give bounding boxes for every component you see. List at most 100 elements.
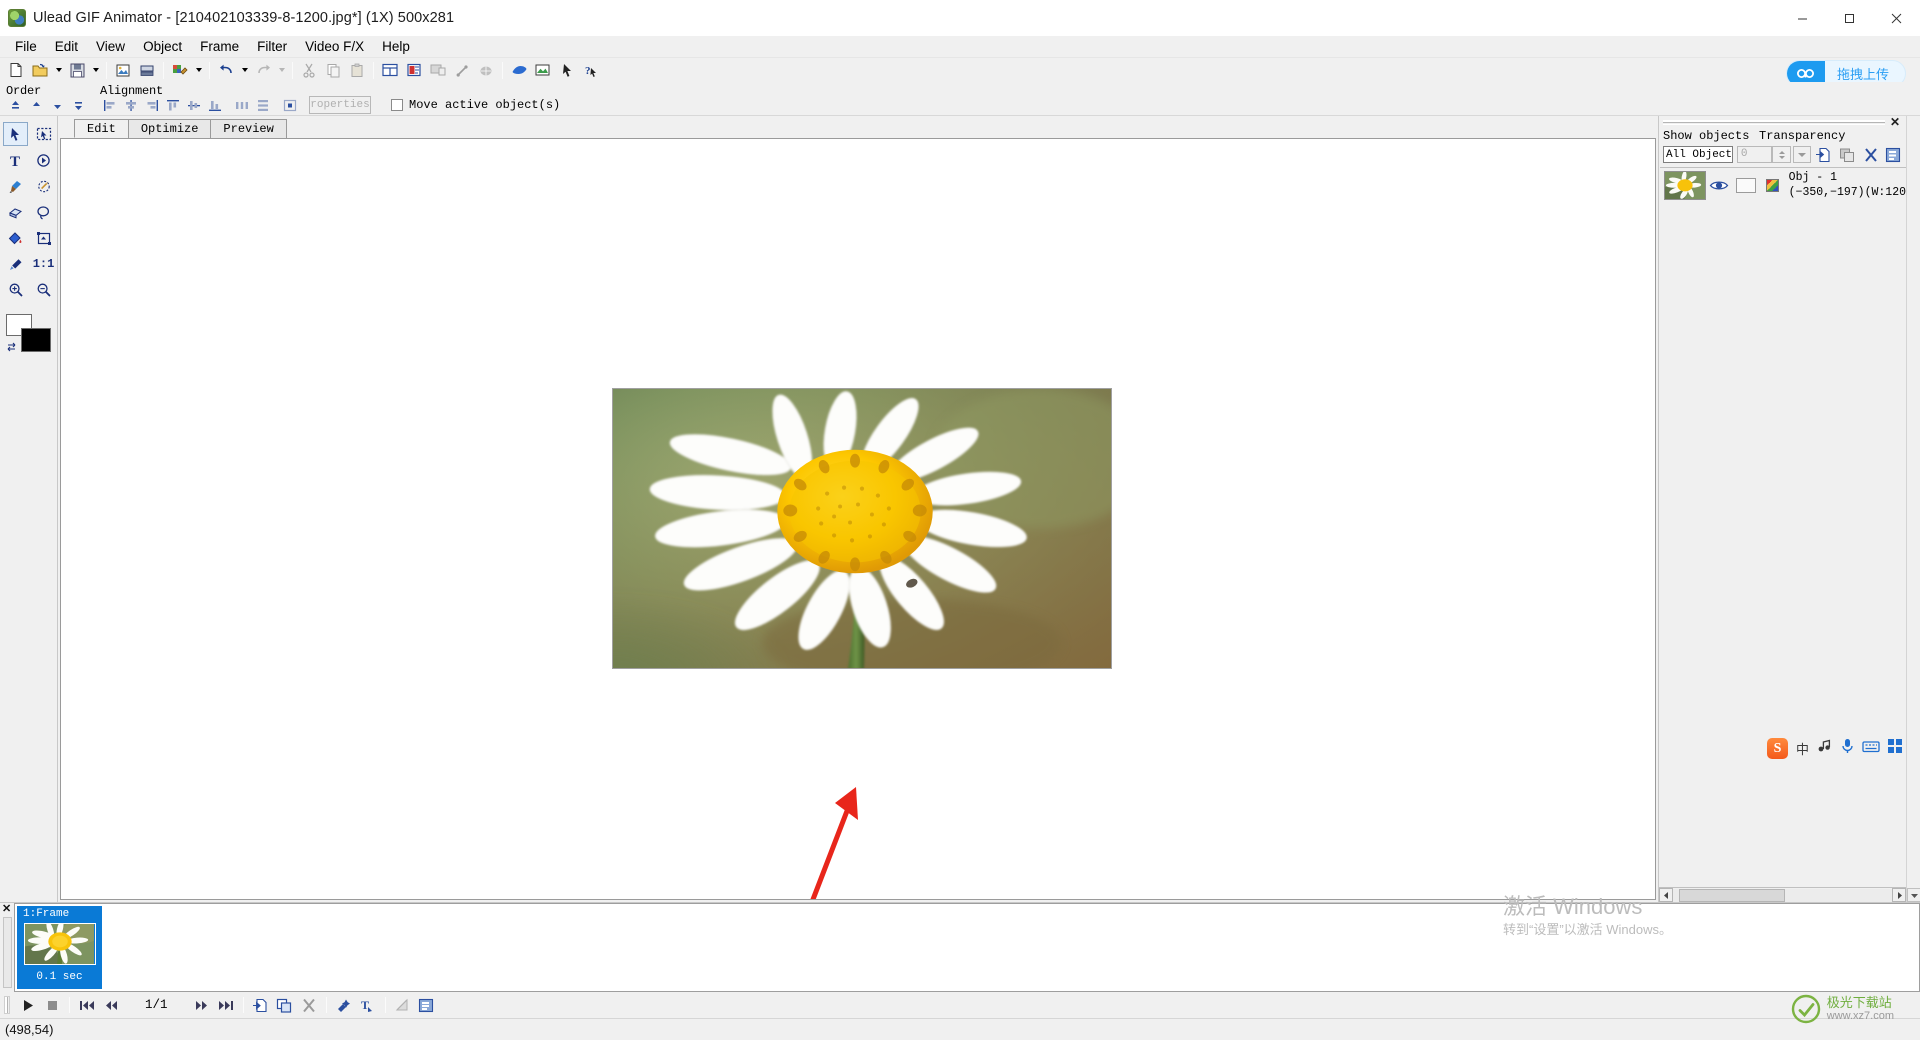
save-icon[interactable]: [66, 60, 88, 81]
align-center-horizontal-icon[interactable]: [121, 96, 140, 114]
align-top-icon[interactable]: [163, 96, 182, 114]
menu-object[interactable]: Object: [134, 37, 191, 57]
open-icon[interactable]: [29, 60, 51, 81]
save-dropdown-arrow[interactable]: [89, 60, 102, 81]
redo-icon[interactable]: [252, 60, 274, 81]
menu-view[interactable]: View: [87, 37, 134, 57]
add-object-icon[interactable]: [1814, 145, 1834, 164]
preview-icon[interactable]: [427, 60, 449, 81]
add-banner-icon[interactable]: [136, 60, 158, 81]
transparency-input[interactable]: 0: [1736, 146, 1772, 163]
align-bottom-icon[interactable]: [205, 96, 224, 114]
transparency-stepper[interactable]: [1771, 146, 1792, 163]
ime-mode-label[interactable]: 中: [1796, 739, 1809, 758]
toolbar-grip[interactable]: [4, 996, 10, 1014]
whathis-icon[interactable]: ?: [580, 60, 602, 81]
copy-icon[interactable]: [322, 60, 344, 81]
panel-grip[interactable]: ✕: [1659, 116, 1906, 128]
globe-icon[interactable]: [475, 60, 497, 81]
scroll-left-button[interactable]: [1659, 888, 1673, 902]
menu-edit[interactable]: Edit: [46, 37, 87, 57]
tab-preview[interactable]: Preview: [210, 119, 287, 138]
eyedropper-tool[interactable]: [3, 252, 28, 276]
swap-colors-icon[interactable]: [6, 340, 18, 358]
frame-properties-button[interactable]: [415, 994, 439, 1016]
list-item[interactable]: Obj - 1 (−350,−197)(W:120: [1660, 168, 1906, 202]
panel-close-icon[interactable]: ✕: [1888, 116, 1902, 128]
align-right-icon[interactable]: [142, 96, 161, 114]
first-frame-button[interactable]: [75, 994, 99, 1016]
add-frame-button[interactable]: [249, 994, 273, 1016]
framepanel-icon[interactable]: [379, 60, 401, 81]
menu-file[interactable]: File: [6, 37, 46, 57]
maximize-button[interactable]: [1826, 0, 1873, 36]
text-effect-button[interactable]: T: [356, 994, 380, 1016]
distribute-vertical-icon[interactable]: [253, 96, 272, 114]
transition-button[interactable]: [391, 994, 415, 1016]
menu-help[interactable]: Help: [373, 37, 419, 57]
object-properties-icon[interactable]: [1884, 145, 1904, 164]
imgfx-icon[interactable]: [532, 60, 554, 81]
previous-frame-button[interactable]: [99, 994, 123, 1016]
text-tool[interactable]: T: [3, 148, 28, 172]
browser-icon[interactable]: [508, 60, 530, 81]
new-icon[interactable]: [5, 60, 27, 81]
minimize-button[interactable]: [1779, 0, 1826, 36]
menu-frame[interactable]: Frame: [191, 37, 248, 57]
redo-dropdown-arrow[interactable]: [275, 60, 288, 81]
undo-dropdown-arrow[interactable]: [238, 60, 251, 81]
object-color-swatch[interactable]: [1765, 178, 1779, 192]
tab-edit[interactable]: Edit: [74, 119, 129, 138]
actual-size-tool[interactable]: 1:1: [31, 252, 56, 276]
delete-frame-button[interactable]: [297, 994, 321, 1016]
next-frame-button[interactable]: [190, 994, 214, 1016]
pick-tool[interactable]: [3, 122, 28, 146]
last-frame-button[interactable]: [214, 994, 238, 1016]
frame-panel-vscroll[interactable]: [3, 917, 12, 988]
hscroll-track[interactable]: [1673, 888, 1892, 902]
play-button[interactable]: [16, 994, 40, 1016]
duplicate-object-icon[interactable]: [1837, 145, 1857, 164]
selection-tool[interactable]: [31, 122, 56, 146]
align-middle-icon[interactable]: [184, 96, 203, 114]
hscroll-thumb[interactable]: [1679, 888, 1785, 902]
open-dropdown-arrow[interactable]: [52, 60, 65, 81]
send-to-back-icon[interactable]: [69, 96, 88, 114]
object-list[interactable]: Obj - 1 (−350,−197)(W:120 S 中: [1660, 167, 1906, 887]
properties-button[interactable]: roperties: [309, 96, 371, 114]
artboard[interactable]: [612, 388, 1112, 669]
canvas-area[interactable]: [60, 138, 1656, 900]
object-lock-checkbox[interactable]: [1735, 177, 1756, 193]
list-item[interactable]: 1:Frame 0.1 sec: [17, 906, 102, 989]
lasso-tool[interactable]: [31, 200, 56, 224]
object-list-hscrollbar[interactable]: [1659, 887, 1906, 902]
move-active-object-checkbox-box[interactable]: [391, 99, 403, 111]
tab-optimize[interactable]: Optimize: [127, 119, 212, 138]
paint-bucket-tool[interactable]: [3, 226, 28, 250]
undo-icon[interactable]: [215, 60, 237, 81]
frame-effect-button[interactable]: [332, 994, 356, 1016]
align-left-icon[interactable]: [100, 96, 119, 114]
bring-to-front-icon[interactable]: [6, 96, 25, 114]
frame-panel-close-icon[interactable]: ✕: [2, 904, 11, 915]
window-vertical-scrollbar[interactable]: [1906, 116, 1920, 902]
sogou-logo-icon[interactable]: S: [1766, 738, 1788, 759]
crop-tool[interactable]: [31, 226, 56, 250]
object-visibility-toggle[interactable]: [1706, 179, 1732, 192]
bring-forward-icon[interactable]: [27, 96, 46, 114]
duplicate-frame-button[interactable]: [273, 994, 297, 1016]
frames-list[interactable]: 1:Frame 0.1 sec: [14, 903, 1920, 992]
object-filter-select[interactable]: All Object:: [1663, 146, 1733, 163]
wand-icon[interactable]: [451, 60, 473, 81]
paintbrush-tool[interactable]: [3, 174, 28, 198]
send-backward-icon[interactable]: [48, 96, 67, 114]
magic-wand-tool[interactable]: [31, 174, 56, 198]
distribute-horizontal-icon[interactable]: [232, 96, 251, 114]
palette-icon[interactable]: [169, 60, 191, 81]
add-image-icon[interactable]: [112, 60, 134, 81]
pinyin-icon[interactable]: [1817, 739, 1833, 758]
apps-icon[interactable]: [1888, 739, 1902, 758]
palette-dropdown-arrow[interactable]: [192, 60, 205, 81]
background-color-swatch[interactable]: [21, 328, 51, 352]
keyboard-icon[interactable]: [1862, 740, 1880, 758]
